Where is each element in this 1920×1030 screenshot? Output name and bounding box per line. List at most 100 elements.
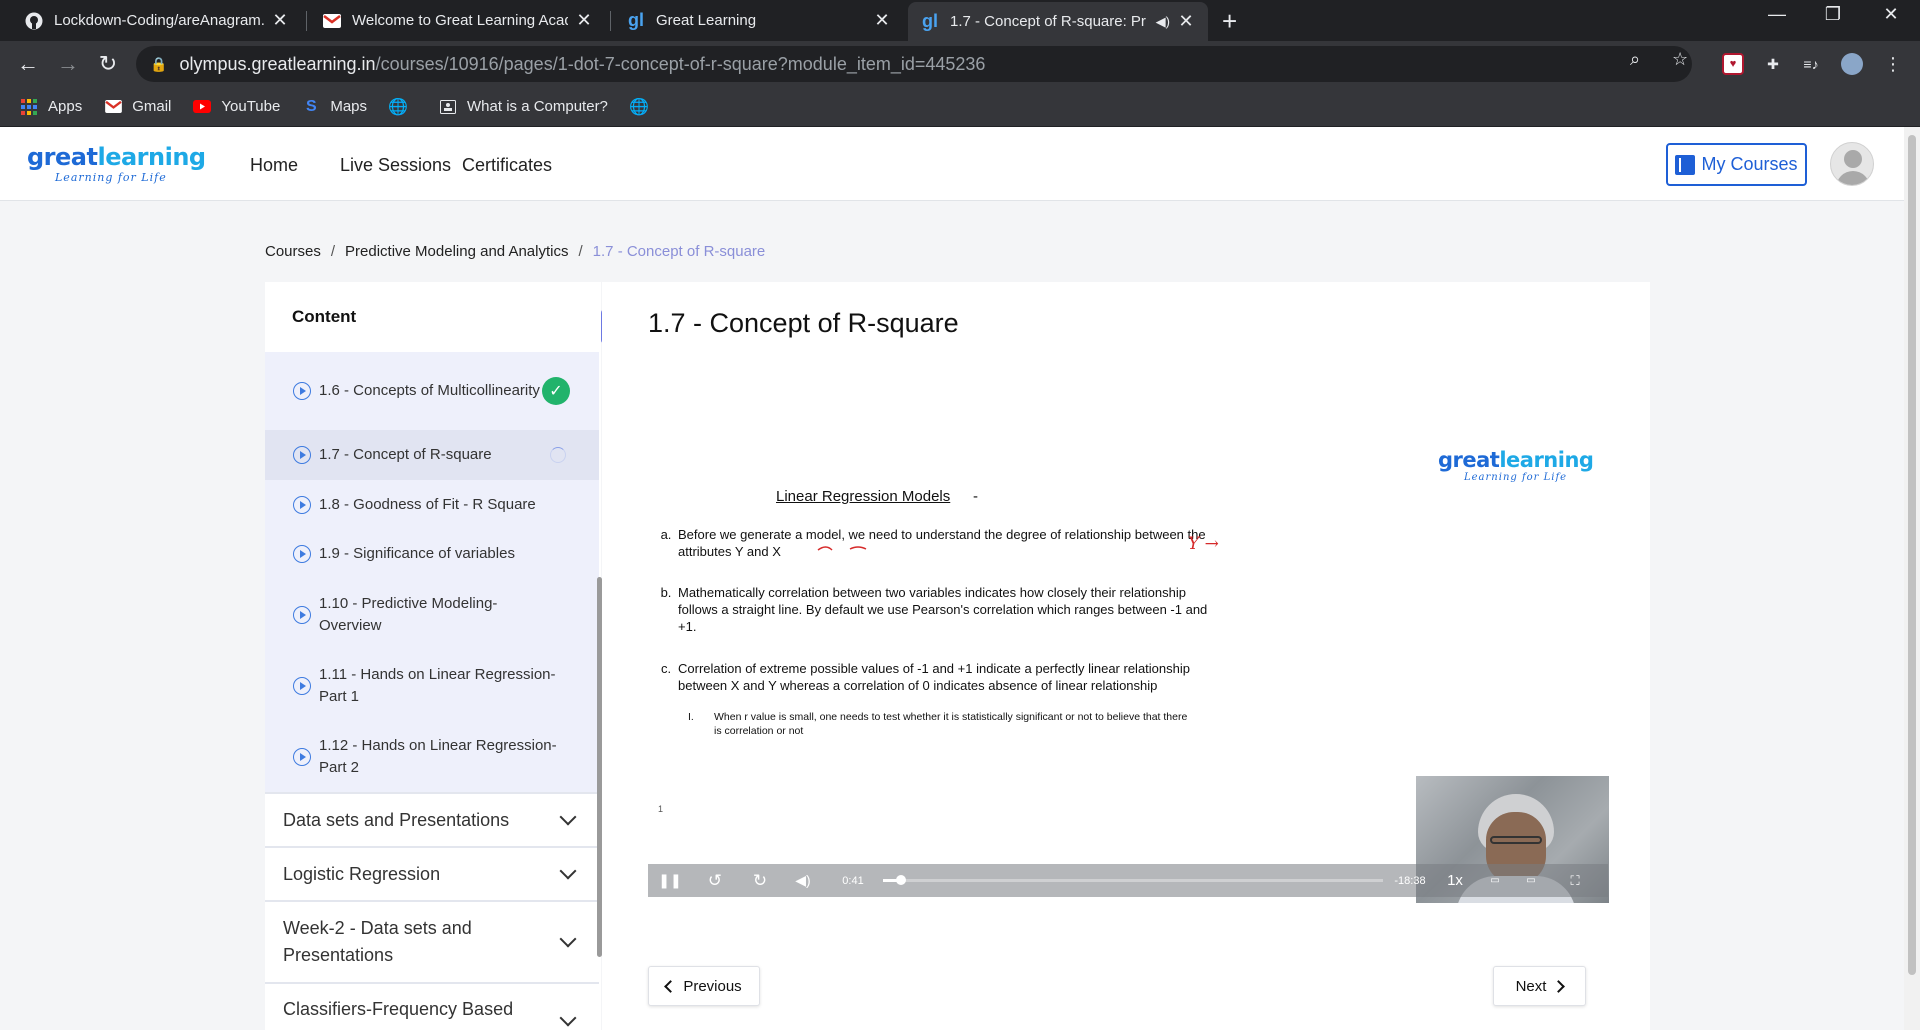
pocket-extension-icon[interactable]: ♥ — [1722, 53, 1744, 75]
browser-tab-active[interactable]: gl 1.7 - Concept of R-square: Pr ◀) ✕ — [908, 2, 1208, 41]
volume-icon[interactable]: ◀) — [792, 864, 814, 897]
nav-live-sessions[interactable]: Live Sessions — [340, 155, 451, 176]
forward-icon[interactable]: ↻ — [749, 864, 771, 897]
slide-heading: Linear Regression Models — [776, 488, 951, 505]
close-icon[interactable]: ✕ — [872, 10, 892, 31]
playback-speed[interactable]: 1x — [1440, 864, 1470, 897]
pause-icon[interactable]: ❚❚ — [658, 864, 681, 897]
my-courses-button[interactable]: My Courses — [1666, 143, 1807, 186]
lesson-label: 1.12 - Hands on Linear Regression- Part … — [319, 736, 557, 776]
rewind-icon[interactable]: ↺ — [704, 864, 726, 897]
media-control-icon[interactable]: ≡♪ — [1800, 53, 1822, 75]
browser-tab-strip: Lockdown-Coding/areAnagram.j ✕ Welcome t… — [0, 0, 1920, 41]
book-icon — [1675, 154, 1696, 175]
video-controls: ❚❚ ↺ ↻ ◀) 0:41 -18:38 1x ▭ ▭ ⛶ — [648, 864, 1608, 897]
browser-tab[interactable]: gl Great Learning ✕ — [614, 0, 904, 41]
captions-icon[interactable]: ▭ — [1484, 864, 1506, 897]
chevron-right-icon — [1552, 979, 1566, 993]
window-close-button[interactable]: ✕ — [1868, 4, 1914, 25]
close-icon[interactable]: ✕ — [1176, 11, 1196, 32]
zoom-icon[interactable]: ⌕ — [1630, 49, 1640, 70]
minimize-button[interactable]: — — [1754, 4, 1800, 25]
lesson-item[interactable]: 1.9 - Significance of variables — [265, 529, 599, 579]
restore-button[interactable]: ❐ — [1810, 4, 1856, 25]
nav-certificates[interactable]: Certificates — [462, 155, 552, 176]
more-menu-icon[interactable]: ⋮ — [1882, 53, 1904, 75]
play-circle-icon — [293, 605, 311, 624]
maps-icon: S — [305, 97, 317, 115]
lesson-item[interactable]: 1.10 - Predictive Modeling- Overview — [265, 579, 599, 650]
progress-bar[interactable] — [883, 875, 1383, 885]
chevron-down-icon — [559, 808, 577, 826]
page-title: 1.7 - Concept of R-square — [648, 308, 959, 338]
chevron-left-icon — [664, 979, 678, 993]
bookmark-label: Gmail — [132, 98, 172, 115]
back-arrow-icon[interactable]: ← — [14, 51, 42, 77]
reload-icon[interactable]: ↻ — [94, 51, 122, 77]
audio-playing-icon[interactable]: ◀) — [1156, 14, 1170, 30]
bookmark-maps[interactable]: S Maps — [302, 98, 367, 116]
breadcrumb: Courses / Predictive Modeling and Analyt… — [265, 243, 765, 260]
lesson-item[interactable]: 1.12 - Hands on Linear Regression- Part … — [265, 721, 599, 792]
greatlearning-icon: gl — [922, 11, 938, 31]
gmail-icon — [104, 98, 122, 116]
greatlearning-logo[interactable]: greatlearning Learning for Life — [27, 143, 206, 184]
chevron-down-icon — [559, 930, 577, 948]
lesson-label: 1.7 - Concept of R-square — [319, 446, 492, 463]
profile-avatar-icon[interactable] — [1841, 53, 1863, 75]
bookmark-globe[interactable]: 🌐 — [629, 98, 658, 116]
extensions-puzzle-icon[interactable]: ✚ — [1762, 53, 1784, 75]
page-scrollbar-thumb[interactable] — [1908, 135, 1916, 975]
close-icon[interactable]: ✕ — [574, 10, 594, 31]
bookmark-star-icon[interactable]: ☆ — [1672, 49, 1688, 70]
previous-button[interactable]: Previous — [648, 966, 760, 1006]
progress-knob[interactable] — [896, 875, 906, 885]
lesson-item[interactable]: 1.11 - Hands on Linear Regression- Part … — [265, 650, 599, 721]
address-bar[interactable]: 🔒 olympus.greatlearning.in /courses/1091… — [136, 46, 1692, 82]
bookmark-what-is-a-computer[interactable]: What is a Computer? — [439, 98, 608, 116]
logo-wordmark: greatlearning — [27, 143, 206, 171]
play-circle-icon — [293, 545, 311, 563]
check-icon: ✓ — [542, 377, 570, 405]
slide-heading-dash: - — [973, 488, 978, 505]
slide-bullet: a. Before we generate a model, we need t… — [660, 527, 1206, 559]
bookmark-youtube[interactable]: YouTube — [193, 98, 280, 116]
lesson-label: 1.8 - Goodness of Fit - R Square — [319, 495, 536, 513]
youtube-icon — [193, 98, 212, 116]
bookmark-globe[interactable]: 🌐 — [388, 98, 417, 116]
browser-tab[interactable]: Lockdown-Coding/areAnagram.j ✕ — [12, 0, 302, 41]
nav-home[interactable]: Home — [250, 155, 298, 176]
main-content: 1.7 - Concept of R-square greatlearning … — [602, 282, 1650, 1030]
forward-arrow-icon[interactable]: → — [54, 51, 82, 77]
bookmark-gmail[interactable]: Gmail — [104, 98, 171, 116]
lesson-item-current[interactable]: 1.7 - Concept of R-square — [265, 430, 599, 480]
fullscreen-icon[interactable]: ⛶ — [1564, 864, 1586, 897]
module-data-sets[interactable]: Data sets and Presentations — [265, 792, 599, 846]
user-avatar[interactable] — [1830, 142, 1874, 186]
elapsed-time: 0:41 — [842, 874, 864, 887]
lesson-item[interactable]: 1.6 - Concepts of Multicollinearity ✓ — [265, 352, 599, 430]
slide-bullet: b. Mathematically correlation between tw… — [660, 585, 1208, 634]
module-week-2[interactable]: Week-2 - Data sets and Presentations — [265, 900, 599, 982]
next-label: Next — [1515, 977, 1547, 995]
hd-quality-icon[interactable]: ▭ — [1520, 864, 1542, 897]
lesson-label: 1.9 - Significance of variables — [319, 545, 515, 562]
video-player[interactable]: greatlearning Learning for Life Linear R… — [648, 358, 1609, 903]
breadcrumb-course[interactable]: Predictive Modeling and Analytics — [345, 243, 568, 260]
close-icon[interactable]: ✕ — [270, 10, 290, 31]
module-logistic-regression[interactable]: Logistic Regression — [265, 846, 599, 900]
breadcrumb-courses[interactable]: Courses — [265, 243, 321, 260]
module-label: Logistic Regression — [283, 863, 441, 884]
play-circle-icon — [293, 747, 311, 766]
page-scrollbar[interactable] — [1904, 127, 1920, 1030]
module-classifiers[interactable]: Classifiers-Frequency Based — [265, 982, 599, 1030]
chevron-down-icon — [559, 1009, 577, 1027]
bookmark-label: Maps — [330, 98, 368, 115]
lesson-item[interactable]: 1.8 - Goodness of Fit - R Square — [265, 480, 599, 529]
bookmark-apps[interactable]: Apps — [20, 98, 82, 116]
module-label: Data sets and Presentations — [283, 809, 510, 830]
new-tab-button[interactable]: + — [1222, 6, 1237, 37]
browser-tab[interactable]: Welcome to Great Learning Acad ✕ — [310, 0, 606, 41]
site-header: greatlearning Learning for Life Home Liv… — [0, 127, 1904, 201]
next-button[interactable]: Next — [1493, 966, 1586, 1006]
